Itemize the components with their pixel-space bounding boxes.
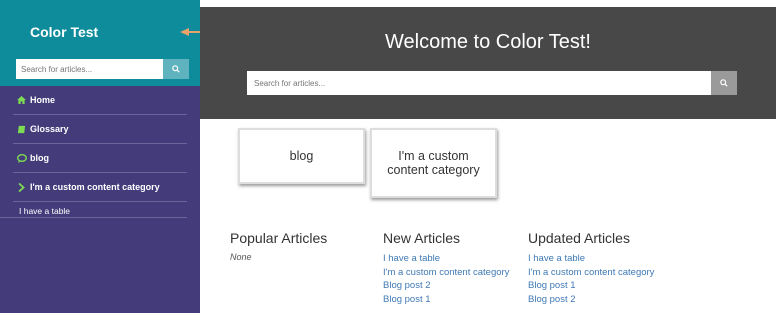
category-card-custom[interactable]: I'm a custom content category — [370, 128, 497, 198]
brand-title[interactable]: Color Test — [30, 24, 98, 40]
sidebar-item-label: I'm a custom content category — [30, 182, 160, 192]
sidebar-item-label: Glossary — [30, 124, 69, 134]
article-link[interactable]: Blog post 2 — [528, 293, 654, 307]
sidebar-item-label: Home — [30, 95, 56, 105]
sidebar-subitem-table[interactable]: I have a table — [0, 202, 187, 218]
article-link[interactable]: I have a table — [383, 252, 509, 266]
popular-empty-text: None — [230, 252, 252, 262]
sidebar-search — [16, 59, 189, 79]
updated-articles-heading: Updated Articles — [528, 230, 630, 246]
main-search-button[interactable] — [711, 71, 737, 95]
article-link[interactable]: I have a table — [528, 252, 654, 266]
main-search — [247, 71, 737, 95]
sidebar-header: Color Test — [0, 0, 200, 86]
new-articles: New Articles I have a table I'm a custom… — [383, 230, 509, 306]
sidebar-item-blog[interactable]: blog — [13, 144, 187, 173]
sidebar-item-glossary[interactable]: Glossary — [13, 115, 187, 144]
page-title: Welcome to Color Test! — [384, 31, 591, 53]
sidebar: Color Test Home Glossary blog — [0, 0, 200, 313]
sidebar-search-button[interactable] — [163, 59, 189, 79]
article-link[interactable]: Blog post 2 — [383, 279, 509, 293]
chevron-right-icon — [16, 182, 27, 192]
article-link[interactable]: Blog post 1 — [383, 293, 509, 307]
chat-icon — [16, 153, 27, 163]
search-icon — [172, 65, 180, 73]
sidebar-item-custom-category[interactable]: I'm a custom content category — [13, 173, 187, 202]
sidebar-item-home[interactable]: Home — [13, 86, 187, 115]
popular-articles: Popular Articles None — [230, 230, 327, 262]
article-link[interactable]: Blog post 1 — [528, 279, 654, 293]
updated-articles: Updated Articles I have a table I'm a cu… — [528, 230, 654, 306]
hero-header: Welcome to Color Test! — [200, 7, 776, 119]
main-search-input[interactable] — [247, 71, 711, 95]
new-articles-heading: New Articles — [383, 230, 461, 246]
popular-articles-heading: Popular Articles — [230, 230, 328, 246]
book-icon — [16, 125, 27, 134]
category-card-blog[interactable]: blog — [238, 128, 365, 184]
sidebar-nav: Home Glossary blog I'm a custom content … — [0, 86, 200, 218]
article-link[interactable]: I'm a custom content category — [528, 266, 654, 280]
sidebar-search-input[interactable] — [16, 59, 163, 79]
home-icon — [16, 96, 27, 104]
search-icon — [720, 79, 728, 87]
sidebar-item-label: blog — [30, 153, 49, 163]
article-link[interactable]: I'm a custom content category — [383, 266, 509, 280]
